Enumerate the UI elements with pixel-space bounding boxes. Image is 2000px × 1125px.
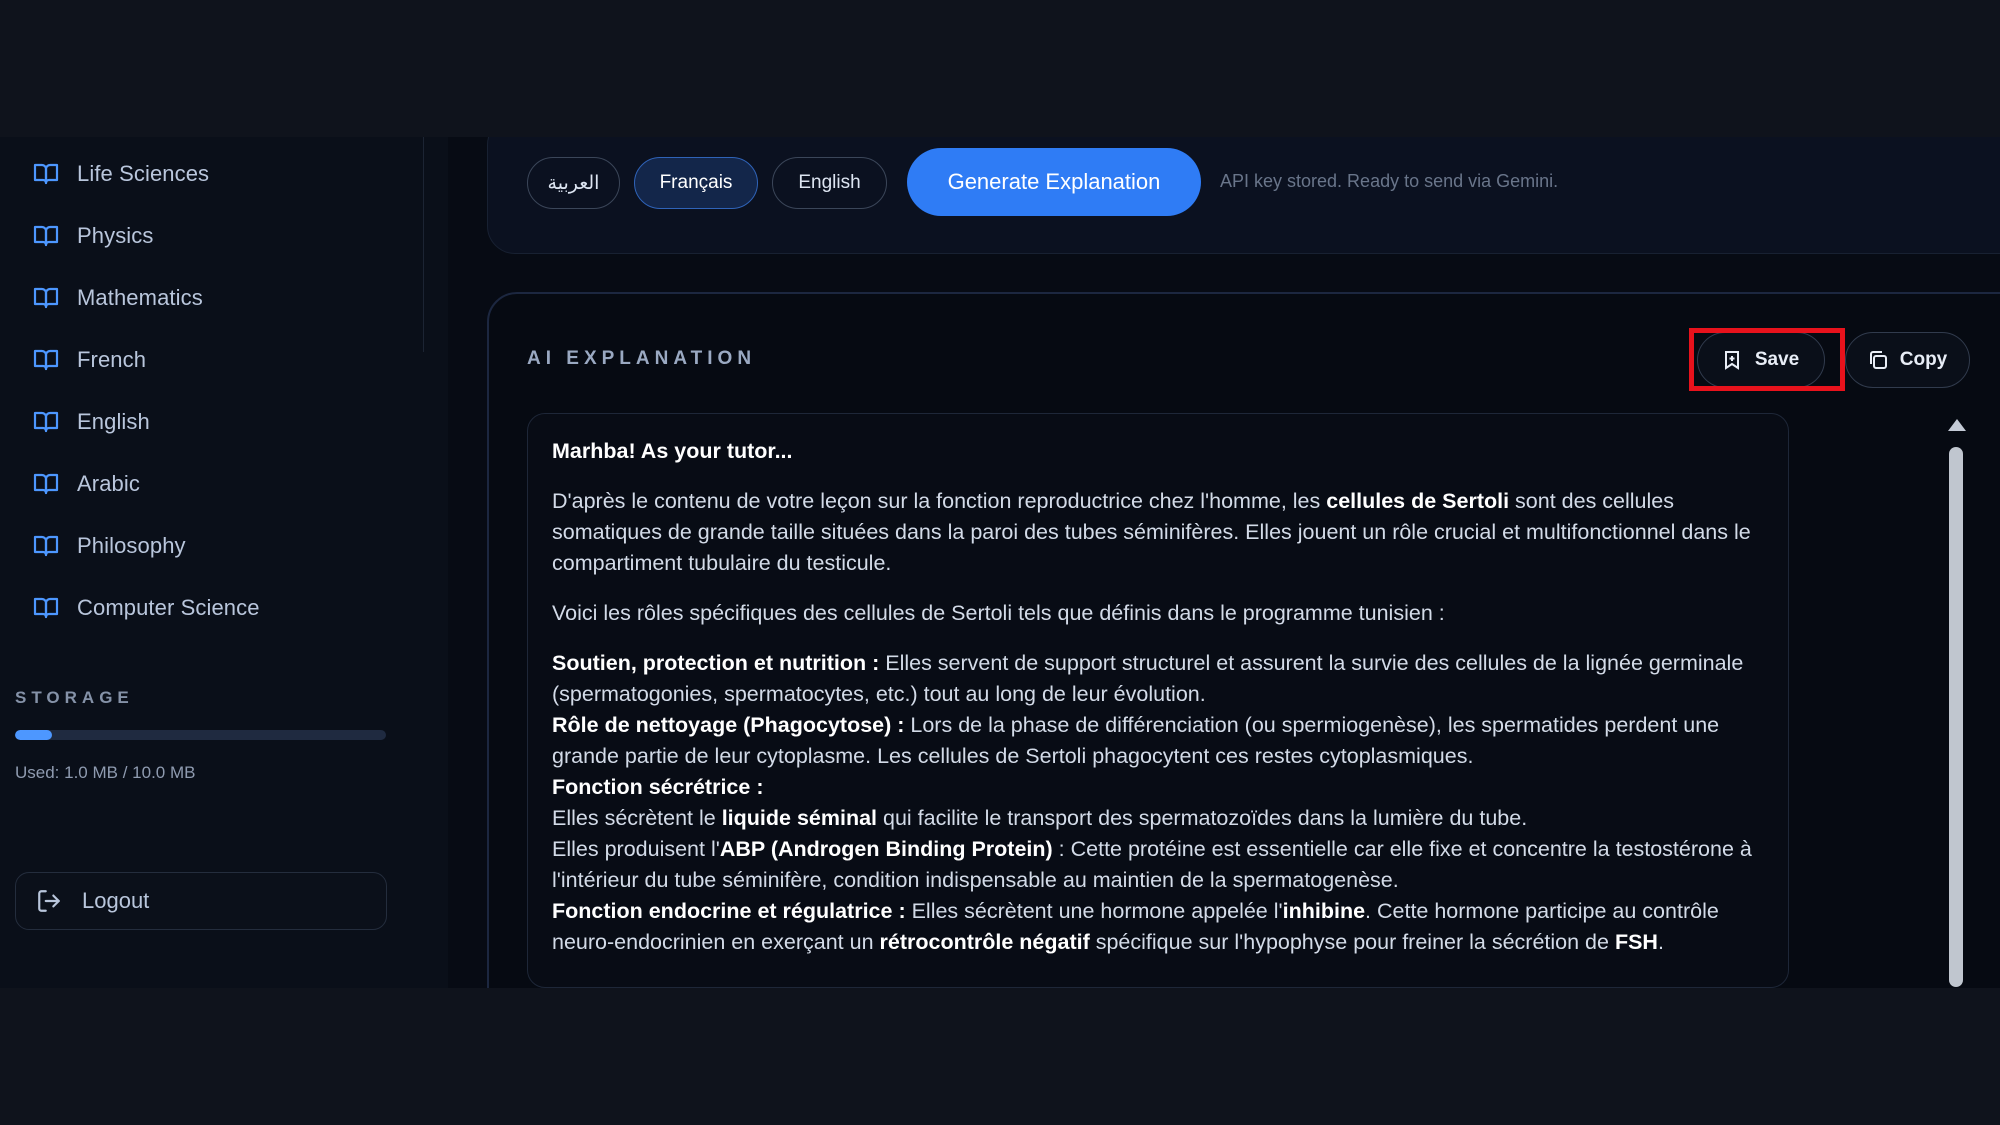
greeting-text: Marhba! As your tutor... xyxy=(552,436,1764,467)
endocrine-retro: rétrocontrôle négatif xyxy=(879,930,1090,954)
sidebar-item-english[interactable]: English xyxy=(33,402,413,442)
bottom-backdrop xyxy=(0,988,2000,1125)
endocrine-inhibine: inhibine xyxy=(1282,899,1366,923)
secretory-liquid-a: Elles sécrètent le xyxy=(552,806,722,830)
role-secretory-title: Fonction sécrétrice : xyxy=(552,772,1764,803)
sidebar-item-life-sciences[interactable]: Life Sciences xyxy=(33,154,413,194)
role-phagocytosis-title: Rôle de nettoyage (Phagocytose) : xyxy=(552,713,905,737)
sidebar-item-label: Mathematics xyxy=(77,285,203,310)
book-icon xyxy=(33,347,59,373)
logout-button[interactable]: Logout xyxy=(15,872,387,930)
secretory-abp-bold: ABP (Androgen Binding Protein) xyxy=(719,837,1053,861)
sidebar-item-physics[interactable]: Physics xyxy=(33,216,413,256)
book-icon xyxy=(33,471,59,497)
endocrine-g: . xyxy=(1657,930,1664,954)
role-secretory-title-label: Fonction sécrétrice : xyxy=(552,775,764,799)
language-french-button[interactable]: Français xyxy=(634,157,758,209)
storage-title: STORAGE xyxy=(15,688,134,707)
sidebar-item-label: Life Sciences xyxy=(77,161,210,186)
storage-progress-bar xyxy=(15,730,386,740)
secretory-liquid-bold: liquide séminal xyxy=(721,806,878,830)
intro-paragraph: D'après le contenu de votre leçon sur la… xyxy=(552,486,1764,579)
logout-label: Logout xyxy=(82,888,150,913)
role-secretory-abp: Elles produisent l'ABP (Androgen Binding… xyxy=(552,834,1764,896)
generate-explanation-button[interactable]: Generate Explanation xyxy=(907,148,1201,216)
sidebar-item-philosophy[interactable]: Philosophy xyxy=(33,526,413,566)
greeting-label: Marhba! As your tutor... xyxy=(552,439,793,463)
role-secretory-liquid: Elles sécrètent le liquide séminal qui f… xyxy=(552,803,1764,834)
role-support: Soutien, protection et nutrition : Elles… xyxy=(552,648,1764,710)
language-arabic-button[interactable]: العربية xyxy=(527,157,620,209)
storage-used-label: Used: 1.0 MB / 10.0 MB xyxy=(15,763,196,782)
sidebar-item-label: English xyxy=(77,409,150,434)
api-status-text: API key stored. Ready to send via Gemini… xyxy=(1220,171,1559,191)
endocrine-e: spécifique sur l'hypophyse pour freiner … xyxy=(1089,930,1615,954)
sidebar-item-computer-science[interactable]: Computer Science xyxy=(33,588,413,628)
content-scrollbar[interactable] xyxy=(1946,413,1966,988)
sidebar-item-french[interactable]: French xyxy=(33,340,413,380)
book-icon xyxy=(33,285,59,311)
sidebar-item-label: Arabic xyxy=(77,471,140,496)
save-button[interactable]: Save xyxy=(1697,332,1825,388)
copy-icon xyxy=(1868,350,1888,370)
language-english-button[interactable]: English xyxy=(772,157,887,209)
bookmark-icon xyxy=(1723,350,1743,370)
secretory-liquid-c: qui facilite le transport des spermatozo… xyxy=(877,806,1528,830)
secretory-abp-a: Elles produisent l' xyxy=(552,837,720,861)
endocrine-fsh: FSH xyxy=(1614,930,1658,954)
book-icon xyxy=(33,409,59,435)
scroll-thumb[interactable] xyxy=(1949,447,1963,987)
sidebar-item-label: Philosophy xyxy=(77,533,186,558)
sidebar-item-label: Computer Science xyxy=(77,595,260,620)
role-support-title: Soutien, protection et nutrition : xyxy=(552,651,880,675)
save-label: Save xyxy=(1754,349,1800,370)
explanation-title: AI EXPLANATION xyxy=(527,348,757,369)
explanation-content: Marhba! As your tutor... D'après le cont… xyxy=(527,413,1789,988)
intro-text-a: D'après le contenu de votre leçon sur la… xyxy=(552,489,1327,513)
sidebar-item-mathematics[interactable]: Mathematics xyxy=(33,278,413,318)
copy-label: Copy xyxy=(1899,349,1948,370)
intro-text-bold: cellules de Sertoli xyxy=(1326,489,1510,513)
sidebar-item-arabic[interactable]: Arabic xyxy=(33,464,413,504)
sidebar-divider xyxy=(423,137,424,352)
book-icon xyxy=(33,533,59,559)
logout-icon xyxy=(36,887,64,915)
scroll-up-arrow-icon[interactable] xyxy=(1948,419,1966,431)
sidebar-item-label: French xyxy=(77,347,147,372)
role-phagocytosis: Rôle de nettoyage (Phagocytose) : Lors d… xyxy=(552,710,1764,772)
sidebar-item-label: Physics xyxy=(77,223,154,248)
role-endocrine-title: Fonction endocrine et régulatrice : xyxy=(552,899,906,923)
copy-button[interactable]: Copy xyxy=(1845,332,1970,388)
endocrine-a: Elles sécrètent une hormone appelée l' xyxy=(905,899,1283,923)
storage-progress-fill xyxy=(15,730,53,740)
role-endocrine: Fonction endocrine et régulatrice : Elle… xyxy=(552,896,1764,958)
book-icon xyxy=(33,161,59,187)
roles-intro-paragraph: Voici les rôles spécifiques des cellules… xyxy=(552,601,1445,625)
book-icon xyxy=(33,223,59,249)
sidebar: Life Sciences Physics Mathematics French Eng… xyxy=(0,137,448,988)
book-icon xyxy=(33,595,59,621)
